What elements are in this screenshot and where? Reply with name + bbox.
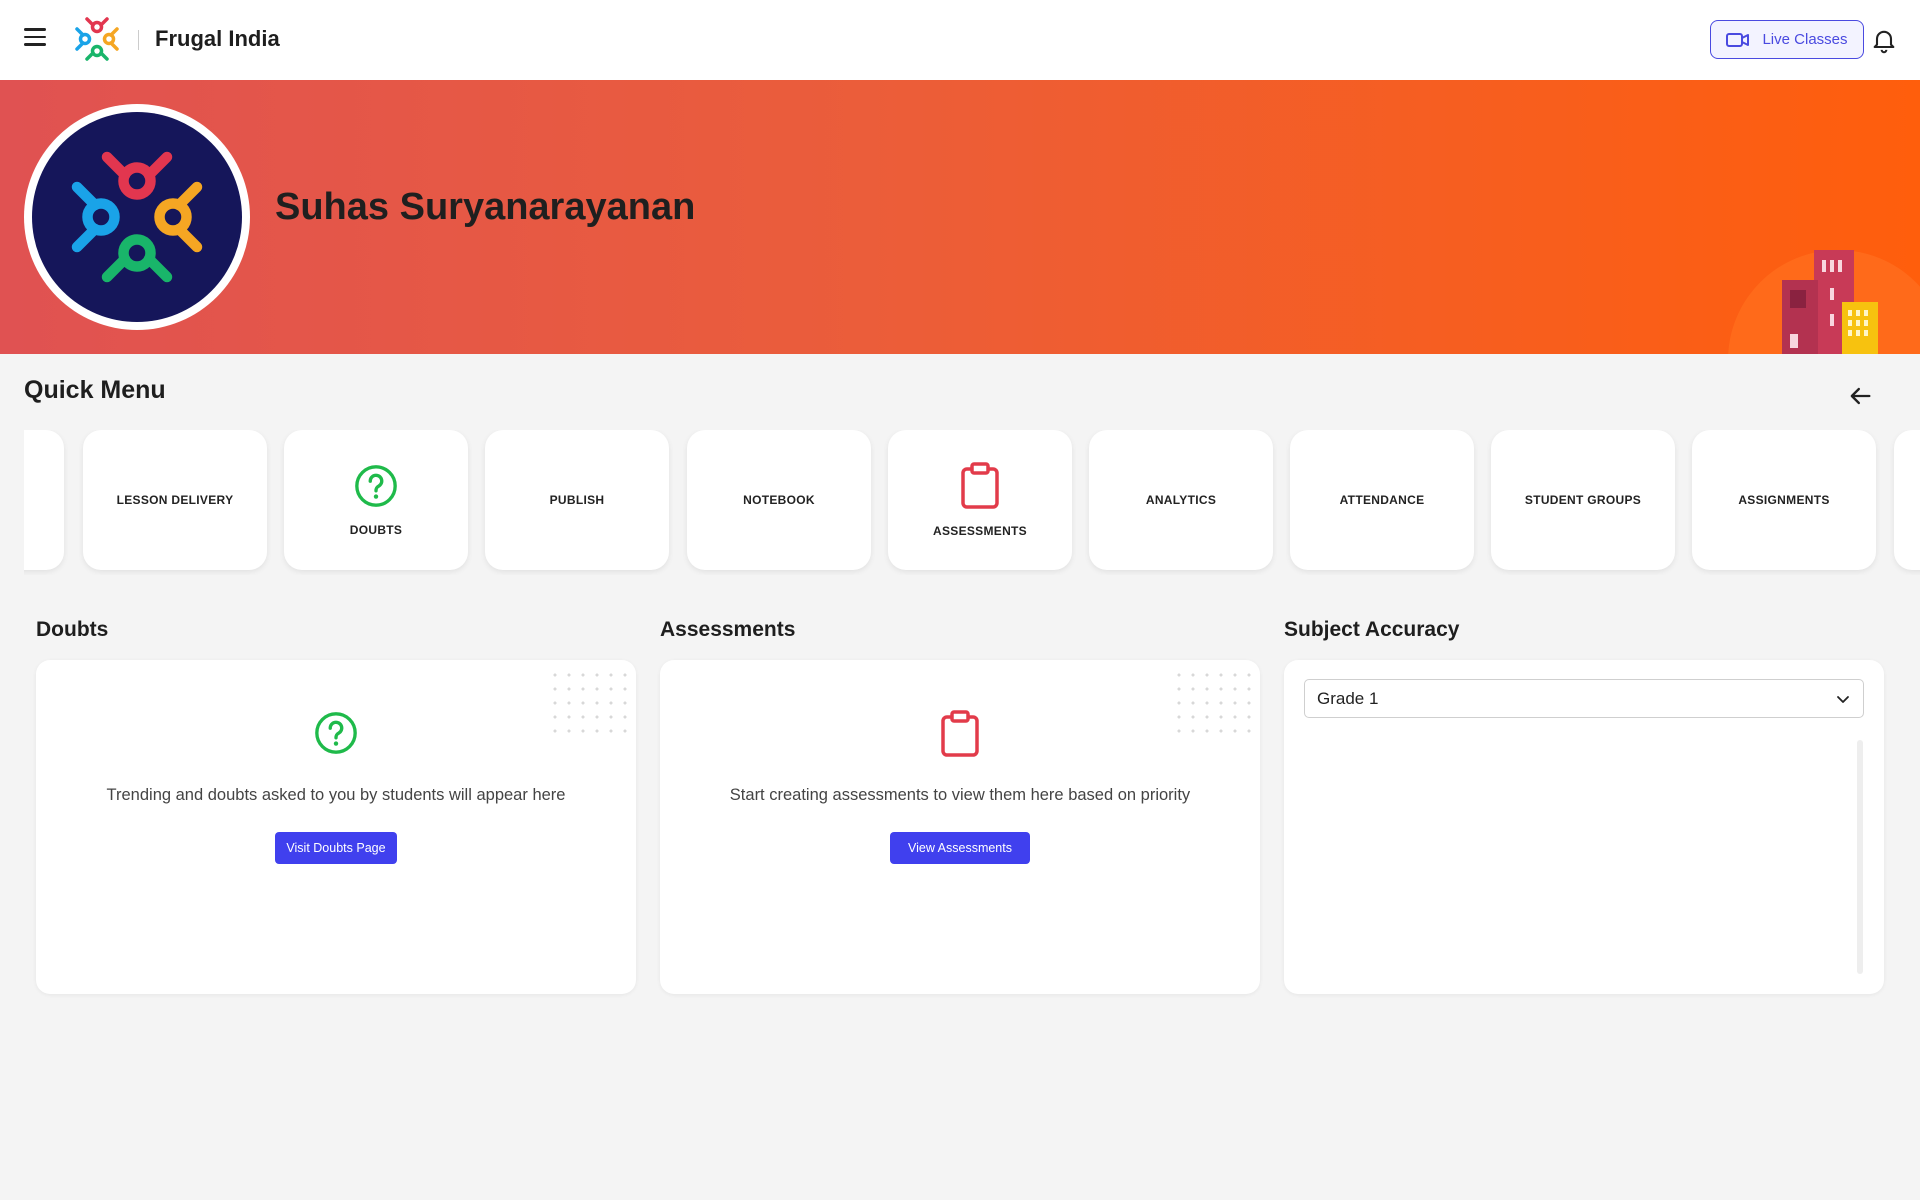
hamburger-menu-icon[interactable] — [24, 28, 46, 50]
clipboard-icon — [961, 462, 999, 509]
frugal-logo — [71, 151, 203, 283]
question-circle-icon — [315, 712, 357, 754]
quick-menu-item-label: NOTEBOOK — [743, 493, 815, 507]
question-circle-icon — [355, 465, 397, 507]
doubts-empty-message: Trending and doubts asked to you by stud… — [106, 786, 566, 804]
subject-accuracy-card: Grade 1 — [1284, 660, 1884, 994]
assessments-card: Start creating assessments to view them … — [660, 660, 1260, 994]
quick-menu-item-label: ASSIGNMENTS — [1738, 493, 1830, 507]
quick-menu-item-lesson-delivery[interactable]: LESSON DELIVERY — [83, 430, 267, 570]
grade-select[interactable]: Grade 1 — [1304, 679, 1864, 718]
quick-menu-item-doubts[interactable]: DOUBTS — [284, 430, 468, 570]
quick-menu-item-label: ATTENDANCE — [1339, 493, 1425, 507]
live-classes-button[interactable]: Live Classes — [1710, 20, 1864, 59]
quick-menu-item-label: LESSON DELIVERY — [116, 493, 234, 507]
clipboard-icon — [941, 710, 979, 757]
quick-menu-item-assessments[interactable]: ASSESSMENTS — [888, 430, 1072, 570]
brand-name: Frugal India — [155, 26, 280, 51]
video-camera-icon — [1726, 32, 1750, 47]
quick-menu-item-publish[interactable]: PUBLISH — [485, 430, 669, 570]
user-name: Suhas Suryanarayanan — [275, 186, 696, 228]
quick-menu-item[interactable] — [24, 430, 64, 570]
quick-menu-item-attendance[interactable]: ATTENDANCE — [1290, 430, 1474, 570]
scrollbar[interactable] — [1857, 740, 1863, 974]
quick-menu-item-label: ANALYTICS — [1145, 493, 1217, 507]
chevron-down-icon — [1837, 696, 1849, 703]
quick-menu-item-label: ASSESSMENTS — [933, 524, 1027, 538]
top-bar: Frugal India Live Classes — [0, 0, 1920, 80]
bell-icon[interactable] — [1870, 26, 1898, 54]
grade-select-value: Grade 1 — [1317, 688, 1379, 708]
quick-menu-item-assignments[interactable]: ASSIGNMENTS — [1692, 430, 1876, 570]
visit-doubts-button[interactable]: Visit Doubts Page — [275, 832, 397, 864]
assessments-title: Assessments — [660, 618, 796, 641]
quick-menu-title: Quick Menu — [24, 376, 166, 404]
assessments-empty-message: Start creating assessments to view them … — [729, 786, 1191, 804]
quick-menu-item-student-groups[interactable]: STUDENT GROUPS — [1491, 430, 1675, 570]
frugal-logo[interactable] — [72, 14, 122, 64]
dot-pattern — [1172, 668, 1252, 738]
doubts-card: Trending and doubts asked to you by stud… — [36, 660, 636, 994]
quick-menu-item-label: STUDENT GROUPS — [1524, 493, 1642, 507]
quick-menu-item[interactable] — [1894, 430, 1920, 570]
quick-menu-item-analytics[interactable]: ANALYTICS — [1089, 430, 1273, 570]
dot-pattern — [548, 668, 628, 738]
doubts-title: Doubts — [36, 618, 109, 641]
quick-menu-carousel[interactable]: LESSON DELIVERY DOUBTS PUBLISH NOTEBOOK … — [24, 430, 1920, 575]
avatar[interactable] — [24, 104, 250, 330]
quick-menu-item-notebook[interactable]: NOTEBOOK — [687, 430, 871, 570]
live-classes-label: Live Classes — [1762, 31, 1848, 48]
quick-menu-item-label: DOUBTS — [349, 523, 403, 537]
arrow-left-icon[interactable] — [1846, 382, 1874, 410]
profile-banner: Suhas Suryanarayanan — [0, 80, 1920, 354]
subject-accuracy-title: Subject Accuracy — [1284, 618, 1460, 641]
quick-menu-item-label: PUBLISH — [549, 493, 605, 507]
view-assessments-button[interactable]: View Assessments — [890, 832, 1030, 864]
buildings-illustration — [1782, 250, 1878, 354]
divider — [138, 30, 139, 50]
